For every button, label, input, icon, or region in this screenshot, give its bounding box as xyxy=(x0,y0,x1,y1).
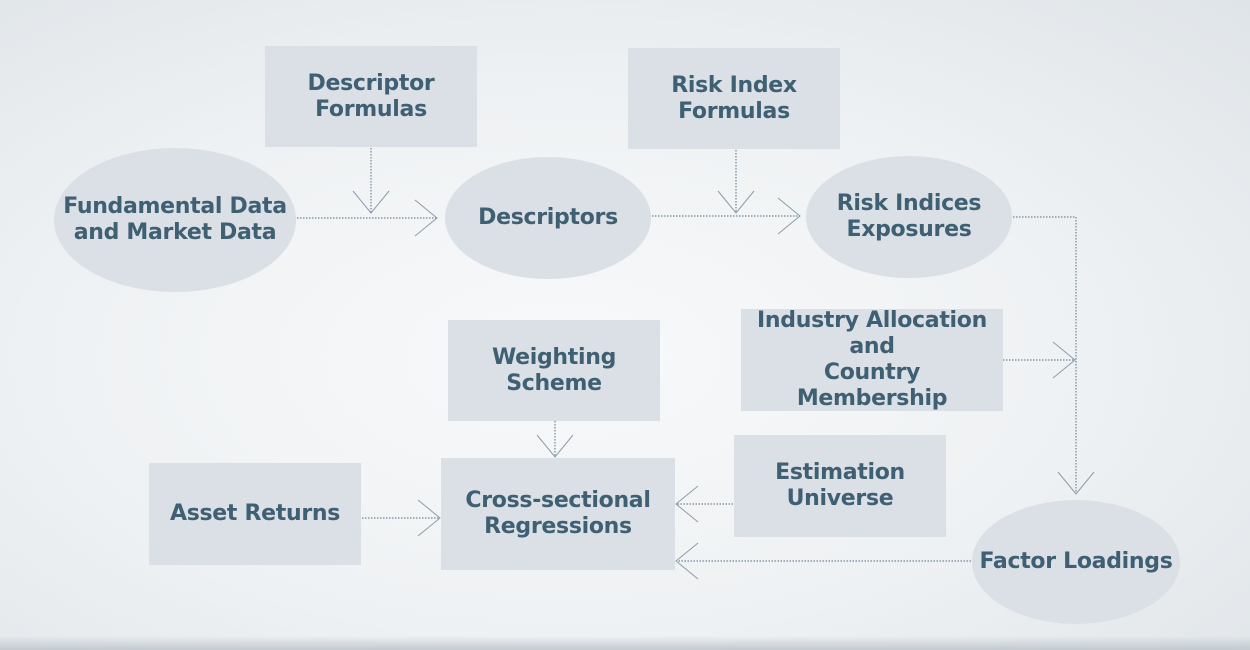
arrowhead-descriptors xyxy=(414,199,438,237)
node-label: Estimation Universe xyxy=(775,460,905,511)
arrowhead-factor-loadings-to-csr xyxy=(675,542,699,580)
node-label: Fundamental Data and Market Data xyxy=(63,194,287,245)
node-label: Weighting Scheme xyxy=(491,344,617,396)
node-label: Risk Indices Exposures xyxy=(836,191,982,242)
node-label: Factor Loadings xyxy=(979,549,1173,574)
node-descriptor-formulas: Descriptor Formulas xyxy=(265,46,477,147)
arrowhead-descriptor-formulas xyxy=(352,190,390,214)
node-descriptors: Descriptors xyxy=(445,157,651,279)
node-risk-indices-exposures: Risk Indices Exposures xyxy=(806,156,1012,278)
bottom-shade xyxy=(0,636,1250,650)
node-weighting-scheme: Weighting Scheme xyxy=(448,320,660,421)
node-asset-returns: Asset Returns xyxy=(149,463,361,565)
node-industry-country: Industry Allocation and Country Membersh… xyxy=(741,308,1003,411)
node-factor-loadings: Factor Loadings xyxy=(972,500,1180,624)
arrowhead-industry-country xyxy=(1052,341,1076,379)
node-label: Asset Returns xyxy=(169,501,341,526)
arrowhead-asset-returns xyxy=(417,499,441,537)
node-label: Descriptors xyxy=(478,205,618,230)
node-cross-sectional-regressions: Cross-sectional Regressions xyxy=(441,458,675,570)
node-estimation-universe: Estimation Universe xyxy=(734,435,946,537)
arrowhead-factor-loadings xyxy=(1057,471,1095,495)
node-label: Risk Index Formulas xyxy=(671,72,797,124)
node-label: Descriptor Formulas xyxy=(307,70,435,122)
arrowhead-estimation-universe xyxy=(675,485,699,523)
arrowhead-risk-index-formulas xyxy=(717,190,755,214)
node-fundamental-data: Fundamental Data and Market Data xyxy=(54,148,296,292)
node-label: Cross-sectional Regressions xyxy=(465,488,651,539)
edge-risk-indices-to-factor-loadings xyxy=(1013,216,1077,494)
node-risk-index-formulas: Risk Index Formulas xyxy=(628,48,840,149)
node-label: Industry Allocation and Country Membersh… xyxy=(757,308,987,411)
arrowhead-risk-indices xyxy=(777,197,801,235)
arrowhead-weighting-scheme xyxy=(536,434,574,458)
